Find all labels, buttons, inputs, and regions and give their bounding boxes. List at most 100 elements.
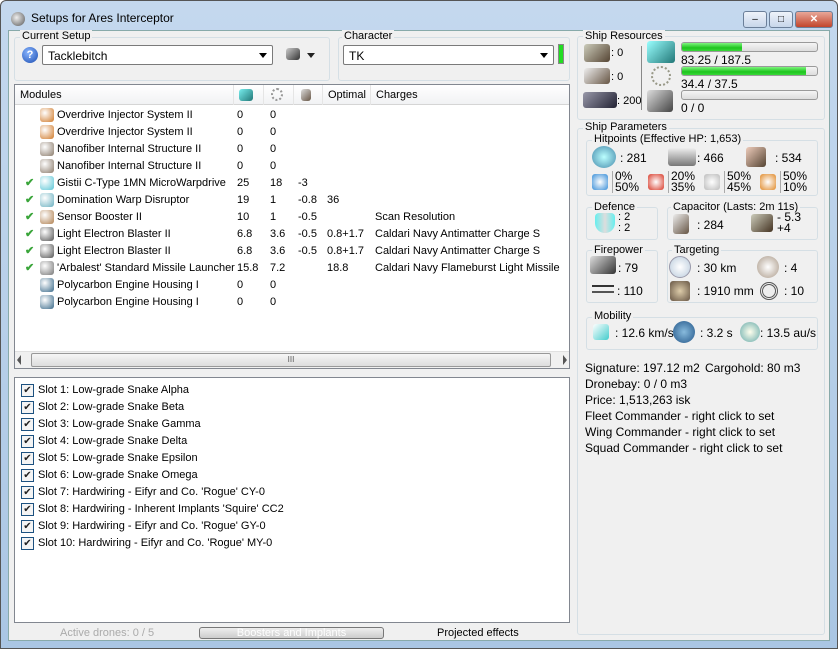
module-row[interactable]: Nanofiber Internal Structure II 0 0 [15,158,569,175]
implant-checkbox[interactable]: ✔ [21,469,34,482]
implant-row[interactable]: ✔ Slot 3: Low-grade Snake Gamma [15,416,569,433]
implant-checkbox[interactable]: ✔ [21,435,34,448]
module-row[interactable]: Overdrive Injector System II 0 0 [15,124,569,141]
implant-row[interactable]: ✔ Slot 6: Low-grade Snake Omega [15,467,569,484]
cargohold: Cargohold: 80 m3 [705,361,801,375]
module-name: Light Electron Blaster II [57,245,171,257]
character-status-indicator [558,44,564,64]
module-row[interactable]: ✔ Domination Warp Disruptor 19 1 -0.8 36 [15,192,569,209]
targeting-range-icon [669,256,691,278]
module-row[interactable]: ✔ Sensor Booster II 10 1 -0.5 Scan Resolution [15,209,569,226]
window-title: Setups for Ares Interceptor [31,11,174,25]
mobility-label: Mobility [592,310,634,322]
module-powergrid: 18 [270,177,283,189]
module-name: Domination Warp Disruptor [57,194,190,206]
fleet-commander[interactable]: Fleet Commander - right click to set [585,409,774,423]
defence-icon [595,213,615,233]
wing-commander[interactable]: Wing Commander - right click to set [585,425,775,439]
warp-speed-icon [740,322,760,342]
implant-row[interactable]: ✔ Slot 4: Low-grade Snake Delta [15,433,569,450]
implant-row[interactable]: ✔ Slot 7: Hardwiring - Eifyr and Co. 'Rog… [15,484,569,501]
module-row[interactable]: Polycarbon Engine Housing I 0 0 [15,277,569,294]
implant-row[interactable]: ✔ Slot 5: Low-grade Snake Epsilon [15,450,569,467]
hitpoints-label: Hitpoints (Effective HP: 1,653) [592,133,744,145]
module-cpu: 6.8 [237,228,253,240]
module-row[interactable]: Overdrive Injector System II 0 0 [15,107,569,124]
module-capacitor: -0.5 [298,245,317,257]
chevron-down-icon [259,53,267,58]
module-cpu: 0 [237,279,244,291]
horizontal-scrollbar[interactable]: III [15,351,569,368]
implant-row[interactable]: ✔ Slot 8: Hardwiring - Inherent Implants … [15,501,569,518]
module-optimal: 18.8 [327,262,349,274]
modules-list[interactable]: Modules Optimal Charges Overdrive Inject… [14,84,570,369]
maximize-button[interactable]: □ [769,11,793,28]
module-icon [40,193,54,207]
cpu-icon [647,41,675,63]
implant-checkbox[interactable]: ✔ [21,401,34,414]
shield-hp: : 281 [620,151,647,165]
module-row[interactable]: ✔ 'Arbalest' Standard Missile Launcher 15.… [15,260,569,277]
chevron-down-icon [540,53,548,58]
module-charges: Caldari Navy Antimatter Charge S [375,245,541,257]
active-check-icon: ✔ [25,177,35,189]
implant-checkbox[interactable]: ✔ [21,537,34,550]
module-icon [40,159,54,173]
module-icon [40,176,54,190]
implant-row[interactable]: ✔ Slot 2: Low-grade Snake Beta [15,399,569,416]
module-powergrid: 7.2 [270,262,286,274]
column-modules[interactable]: Modules [15,85,234,105]
module-row[interactable]: ✔ Gistii C-Type 1MN MicroWarpdrive 25 18 -3 [15,175,569,192]
active-drones-tab[interactable]: Active drones: 0 / 5 [60,627,154,639]
chevron-down-icon[interactable] [307,53,315,58]
module-cpu: 19 [237,194,250,206]
column-charges[interactable]: Charges [371,85,569,105]
ship-icon[interactable] [286,48,300,60]
squad-commander[interactable]: Squad Commander - right click to set [585,441,782,455]
implant-checkbox[interactable]: ✔ [21,503,34,516]
implant-checkbox[interactable]: ✔ [21,520,34,533]
powergrid-bar [681,66,818,76]
implant-row[interactable]: ✔ Slot 10: Hardwiring - Eifyr and Co. 'Ro… [15,535,569,552]
implant-row[interactable]: ✔ Slot 1: Low-grade Snake Alpha [15,382,569,399]
active-check-icon: ✔ [25,194,35,206]
scrollbar-thumb[interactable]: III [31,353,551,367]
character-select[interactable]: TK [343,45,554,65]
column-optimal[interactable]: Optimal [323,85,371,105]
module-row[interactable]: Nanofiber Internal Structure II 0 0 [15,141,569,158]
projected-effects-tab[interactable]: Projected effects [437,627,519,639]
ship-parameters-label: Ship Parameters [583,121,669,133]
scroll-left-icon[interactable] [17,355,21,365]
column-powergrid[interactable] [264,85,294,105]
implants-list[interactable]: ✔ Slot 1: Low-grade Snake Alpha ✔ Slot 2: L… [14,377,570,623]
module-icon [40,244,54,258]
column-cpu[interactable] [234,85,264,105]
capacitor-delta: - 5.3 +4 [777,211,801,234]
implant-checkbox[interactable]: ✔ [21,486,34,499]
module-row[interactable]: Polycarbon Engine Housing I 0 0 [15,294,569,311]
active-check-icon: ✔ [25,262,35,274]
module-powergrid: 1 [270,211,277,223]
drone-bandwidth-icon [647,90,673,112]
implant-name: Slot 7: Hardwiring - Eifyr and Co. 'Rogu… [38,486,265,498]
help-icon[interactable]: ? [22,47,38,63]
boosters-implants-tab[interactable]: Boosters and Implants [199,627,384,639]
scroll-right-icon[interactable] [563,355,567,365]
column-capacitor[interactable] [294,85,323,105]
firepower-label: Firepower [592,244,645,256]
targeting-label: Targeting [672,244,722,256]
setup-select[interactable]: Tacklebitch [42,45,273,65]
module-row[interactable]: ✔ Light Electron Blaster II 6.8 3.6 -0.5 0.8+… [15,226,569,243]
active-check-icon: ✔ [25,245,35,257]
module-row[interactable]: ✔ Light Electron Blaster II 6.8 3.6 -0.5 0.8+… [15,243,569,260]
implant-checkbox[interactable]: ✔ [21,452,34,465]
capacitor-recharge-icon [751,214,773,232]
implant-checkbox[interactable]: ✔ [21,418,34,431]
module-name: Nanofiber Internal Structure II [57,160,202,172]
implant-name: Slot 8: Hardwiring - Inherent Implants '… [38,503,284,515]
implant-checkbox[interactable]: ✔ [21,384,34,397]
minimize-button[interactable]: – [743,11,767,28]
implant-row[interactable]: ✔ Slot 9: Hardwiring - Eifyr and Co. 'Rog… [15,518,569,535]
close-button[interactable]: ✕ [795,11,833,28]
resist-values: 50% 45% [724,170,751,193]
